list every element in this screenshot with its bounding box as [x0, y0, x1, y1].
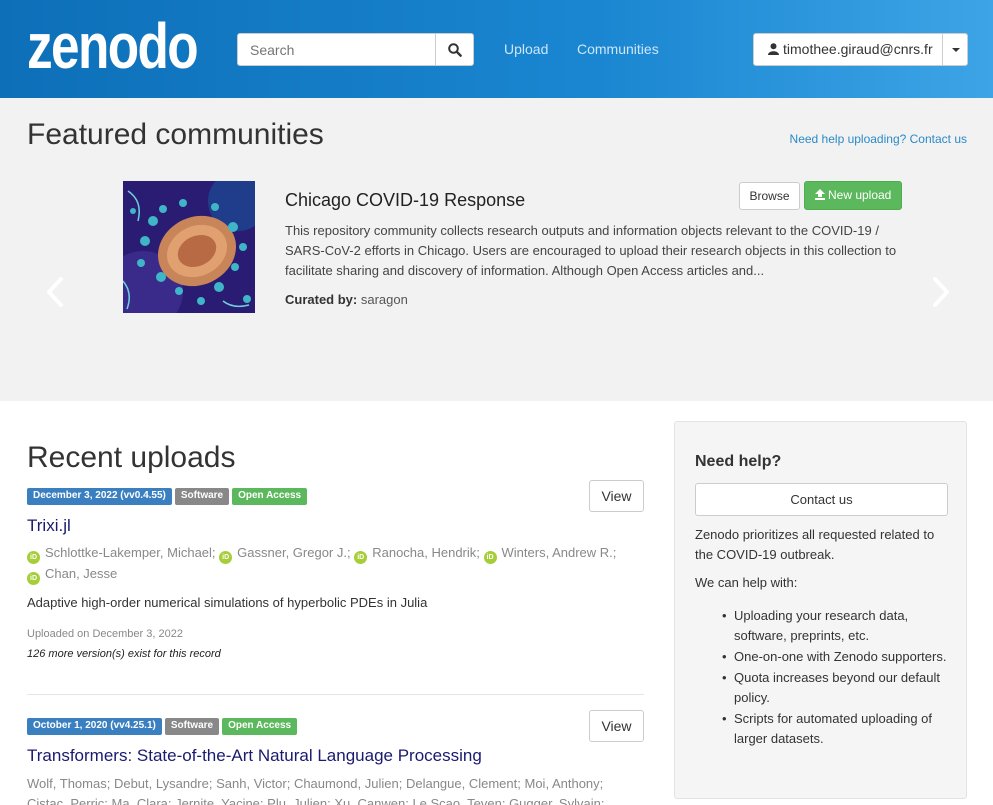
author-link[interactable]: Gugger, Sylvain; [509, 796, 604, 805]
search-button[interactable] [435, 33, 474, 66]
record-description: Adaptive high-order numerical simulation… [27, 595, 428, 610]
author-link[interactable]: Ranocha, Hendrik; [372, 545, 480, 560]
author-link[interactable]: Sanh, Victor; [216, 776, 290, 791]
author-link[interactable]: Xu, Canwen; [334, 796, 408, 805]
author-link[interactable]: Cistac, Perric; [27, 796, 108, 805]
carousel-prev-arrow-icon[interactable] [44, 276, 66, 308]
author-link[interactable]: Plu, Julien; [267, 796, 331, 805]
author-link[interactable]: Delangue, Clement; [406, 776, 521, 791]
author-link[interactable]: Schlottke-Lakemper, Michael; [45, 545, 216, 560]
author-link[interactable]: Debut, Lysandre; [114, 776, 213, 791]
author-link[interactable]: Moi, Anthony; [525, 776, 604, 791]
record-title[interactable]: Trixi.jl [27, 516, 71, 536]
zenodo-logo[interactable]: zenodo [27, 14, 199, 76]
sidebar-help-list: Uploading your research data, software, … [715, 606, 955, 750]
community-image[interactable] [123, 181, 255, 313]
resource-type-badge[interactable]: Software [164, 718, 220, 735]
community-title[interactable]: Chicago COVID-19 Response [285, 190, 525, 211]
date-version-badge[interactable]: December 3, 2022 (vv0.4.55) [27, 488, 172, 505]
view-button[interactable]: View [589, 710, 644, 742]
author-link[interactable]: Winters, Andrew R.; [502, 545, 617, 560]
new-upload-button[interactable]: New upload [804, 181, 902, 210]
contact-us-button[interactable]: Contact us [695, 483, 948, 516]
community-description: This repository community collects resea… [285, 223, 897, 278]
resource-type-badge[interactable]: Software [174, 488, 230, 505]
help-uploading-link[interactable]: Need help uploading? Contact us [790, 132, 967, 146]
carousel-next-arrow-icon[interactable] [930, 276, 952, 308]
curated-by: Curated by: saragon [285, 292, 408, 307]
help-sidebar: Need help? Contact us Zenodo prioritizes… [674, 421, 967, 799]
search-icon [448, 43, 462, 57]
author-link[interactable]: Chaumond, Julien; [294, 776, 402, 791]
sidebar-title: Need help? [695, 453, 782, 470]
author-link[interactable]: Jernite, Yacine; [175, 796, 263, 805]
browse-button[interactable]: Browse [739, 182, 800, 210]
sidebar-intro: Zenodo prioritizes all requested related… [695, 527, 935, 562]
upload-icon [814, 189, 825, 200]
record-badges: October 1, 2020 (vv4.25.1) Software Open A… [27, 718, 300, 736]
orcid-icon[interactable]: iD [483, 551, 497, 564]
curated-label: Curated by: [285, 292, 358, 307]
access-badge[interactable]: Open Access [232, 488, 308, 505]
access-badge[interactable]: Open Access [222, 718, 298, 735]
author-link[interactable]: Chan, Jesse [45, 566, 117, 581]
new-upload-label: New upload [827, 188, 892, 202]
orcid-icon[interactable]: iD [354, 551, 368, 564]
search-input[interactable] [237, 33, 436, 66]
list-item: Scripts for automated uploading of large… [715, 709, 955, 749]
user-email: timothee.giraud@cnrs.fr [783, 41, 933, 57]
record-versions-note: 126 more version(s) exist for this recor… [27, 648, 221, 660]
list-item: One-on-one with Zenodo supporters. [715, 647, 955, 667]
view-button[interactable]: View [589, 480, 644, 512]
sidebar-help-lead: We can help with: [695, 575, 798, 590]
orcid-icon[interactable]: iD [219, 551, 233, 564]
date-version-badge[interactable]: October 1, 2020 (vv4.25.1) [27, 718, 162, 735]
user-menu-dropdown-toggle[interactable] [942, 33, 968, 66]
record-divider [27, 694, 644, 695]
record-title[interactable]: Transformers: State-of-the-Art Natural L… [27, 746, 482, 766]
nav-upload-link[interactable]: Upload [504, 41, 548, 57]
svg-text:zenodo: zenodo [27, 14, 197, 76]
user-icon [768, 43, 779, 55]
orcid-icon[interactable]: iD [27, 551, 40, 564]
orcid-icon[interactable]: iD [27, 572, 40, 585]
author-link[interactable]: Le Scao, Teven; [412, 796, 505, 805]
nav-communities-link[interactable]: Communities [577, 41, 659, 57]
record-authors: Wolf, Thomas; Debut, Lysandre; Sanh, Vic… [27, 774, 644, 805]
author-link[interactable]: Wolf, Thomas; [27, 776, 110, 791]
featured-communities-section: Featured communities Need help uploading… [0, 98, 993, 401]
top-navbar: zenodo Upload Communities timothee.girau… [0, 0, 993, 98]
author-link[interactable]: Gassner, Gregor J.; [237, 545, 350, 560]
author-link[interactable]: Ma, Clara; [112, 796, 172, 805]
record-authors: iD Schlottke-Lakemper, Michael; iD Gassner… [27, 543, 644, 585]
user-menu-button[interactable]: timothee.giraud@cnrs.fr [753, 33, 943, 66]
recent-uploads-title: Recent uploads [27, 441, 236, 474]
curator-name: saragon [360, 292, 408, 307]
record-upload-date: Uploaded on December 3, 2022 [27, 628, 183, 640]
record-badges: December 3, 2022 (vv0.4.55) Software Open … [27, 488, 310, 506]
list-item: Uploading your research data, software, … [715, 606, 955, 646]
featured-title: Featured communities [27, 118, 324, 151]
list-item: Quota increases beyond our default polic… [715, 668, 955, 708]
